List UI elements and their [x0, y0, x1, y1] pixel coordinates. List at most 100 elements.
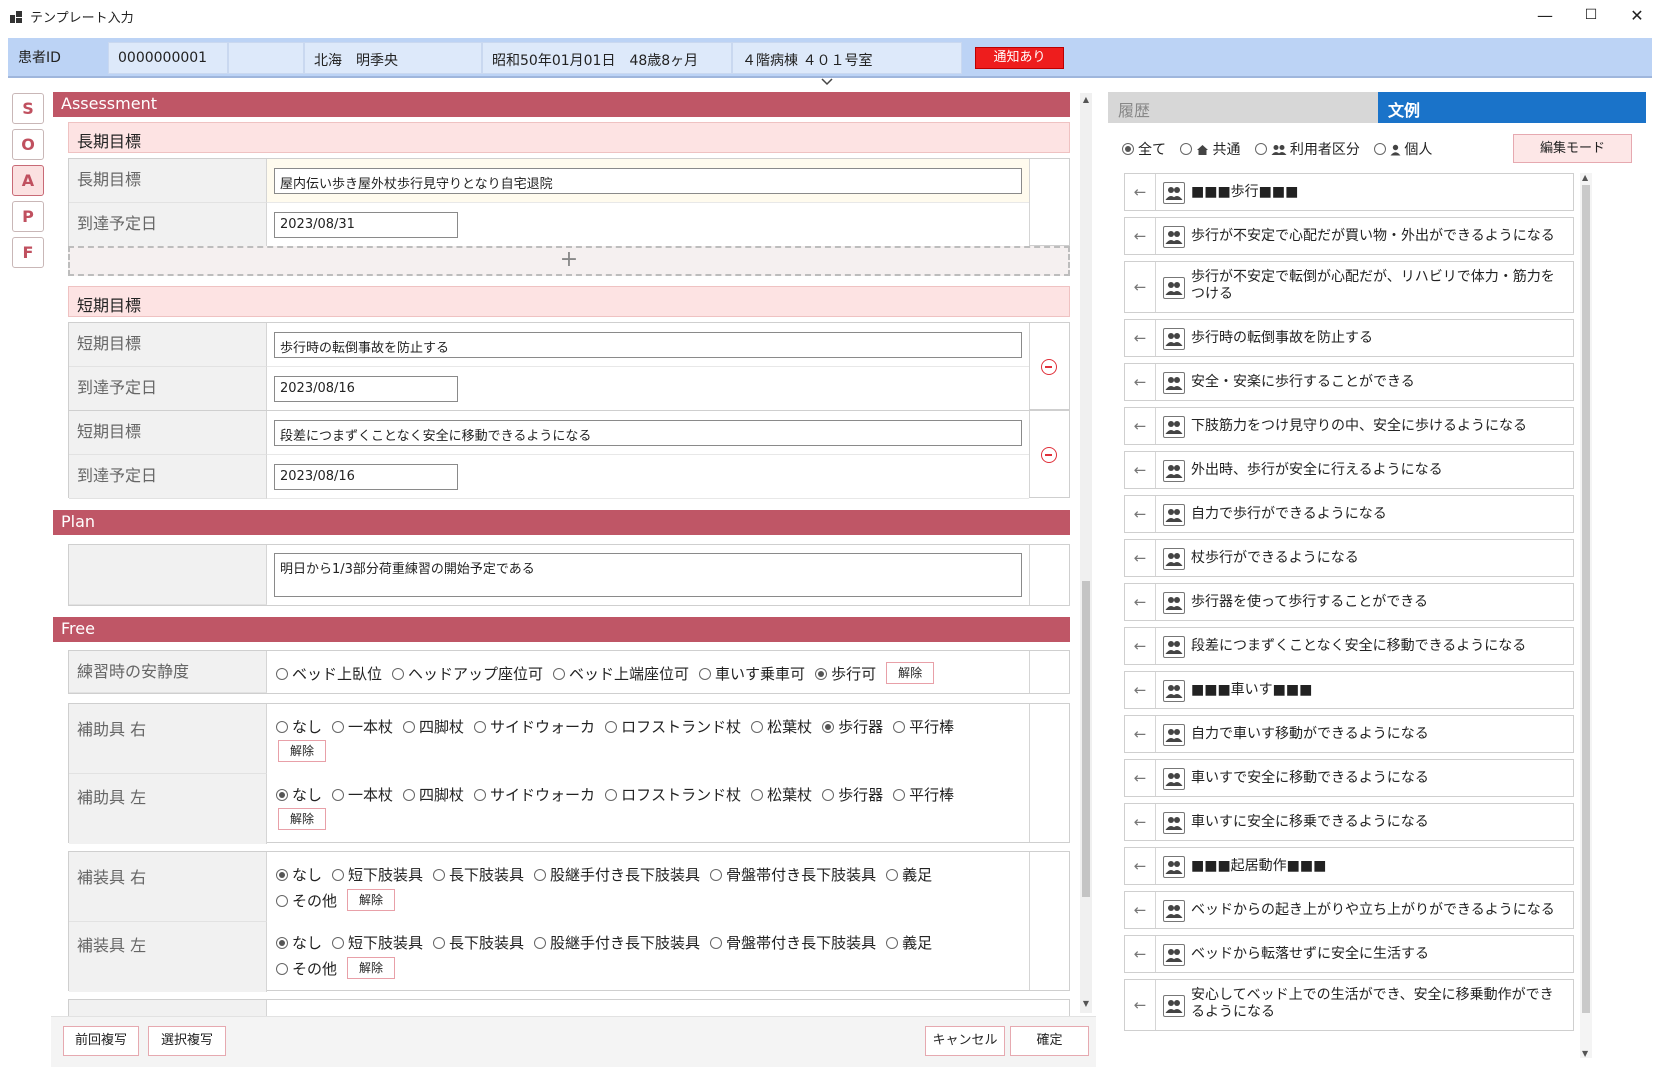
aid-option[interactable]: 四脚杖	[403, 716, 464, 737]
example-item[interactable]: ← 安心してベッド上での生活ができ、安全に移乗動作ができるようになる	[1124, 979, 1574, 1031]
soap-tab-f[interactable]: F	[12, 237, 44, 268]
arrow-left-icon[interactable]: ←	[1125, 628, 1156, 664]
brace-option[interactable]: 義足	[886, 932, 932, 953]
brace-option[interactable]: 短下肢装具	[332, 932, 423, 953]
main-scrollbar[interactable]: ▲ ▼	[1080, 93, 1092, 1013]
arrow-left-icon[interactable]: ←	[1125, 262, 1156, 312]
soap-tab-a[interactable]: A	[12, 165, 44, 196]
brace-option[interactable]: 長下肢装具	[433, 864, 524, 885]
example-item[interactable]: ← 歩行器を使って歩行することができる	[1124, 583, 1574, 621]
aid-option[interactable]: 一本杖	[332, 784, 393, 805]
soap-tab-o[interactable]: O	[12, 129, 44, 160]
example-item[interactable]: ← 安全・安楽に歩行することができる	[1124, 363, 1574, 401]
scroll-up-icon[interactable]: ▲	[1080, 95, 1092, 107]
clear-button[interactable]: 解除	[278, 740, 326, 762]
arrow-left-icon[interactable]: ←	[1125, 980, 1156, 1030]
scroll-up-icon[interactable]: ▲	[1582, 173, 1588, 182]
aid-option[interactable]: 一本杖	[332, 716, 393, 737]
select-copy-button[interactable]: 選択複写	[148, 1026, 226, 1056]
arrow-left-icon[interactable]: ←	[1125, 672, 1156, 708]
cancel-button[interactable]: キャンセル	[925, 1026, 1005, 1056]
arrow-left-icon[interactable]: ←	[1125, 848, 1156, 884]
tab-history[interactable]: 履歴	[1108, 92, 1378, 123]
rest-option[interactable]: ベッド上臥位	[276, 663, 382, 684]
arrow-left-icon[interactable]: ←	[1125, 174, 1156, 210]
soap-tab-p[interactable]: P	[12, 201, 44, 232]
filter-all[interactable]: 全て	[1122, 139, 1166, 159]
short-goal-date-input[interactable]: 2023/08/16	[274, 464, 458, 490]
example-item[interactable]: ← 杖歩行ができるようになる	[1124, 539, 1574, 577]
example-item[interactable]: ← 歩行が不安定で心配だが買い物・外出ができるようになる	[1124, 217, 1574, 255]
aid-option[interactable]: なし	[276, 784, 322, 805]
scroll-down-icon[interactable]: ▼	[1080, 999, 1092, 1011]
short-goal-input[interactable]: 段差につまずくことなく安全に移動できるようになる	[274, 420, 1022, 446]
arrow-left-icon[interactable]: ←	[1125, 496, 1156, 532]
tab-examples[interactable]: 文例	[1378, 92, 1646, 123]
example-item[interactable]: ← ■■■車いす■■■	[1124, 671, 1574, 709]
example-item[interactable]: ← ベッドから転落せずに安全に生活する	[1124, 935, 1574, 973]
example-item[interactable]: ← 車いすに安全に移乗できるようになる	[1124, 803, 1574, 841]
example-item[interactable]: ← ベッドからの起き上がりや立ち上がりができるようになる	[1124, 891, 1574, 929]
close-button[interactable]: ✕	[1614, 0, 1657, 30]
arrow-left-icon[interactable]: ←	[1125, 936, 1156, 972]
example-item[interactable]: ← 下肢筋力をつけ見守りの中、安全に歩けるようになる	[1124, 407, 1574, 445]
short-goal-input[interactable]: 歩行時の転倒事故を防止する	[274, 332, 1022, 358]
brace-option[interactable]: 長下肢装具	[433, 932, 524, 953]
example-item[interactable]: ← ■■■起居動作■■■	[1124, 847, 1574, 885]
long-goal-input[interactable]: 屋内伝い歩き屋外杖歩行見守りとなり自宅退院	[274, 168, 1022, 194]
list-scrollbar[interactable]: ▲ ▼	[1580, 173, 1592, 1058]
add-long-goal-button[interactable]: +	[68, 246, 1070, 276]
rest-option[interactable]: 歩行可	[815, 663, 876, 684]
arrow-left-icon[interactable]: ←	[1125, 540, 1156, 576]
brace-option[interactable]: 短下肢装具	[332, 864, 423, 885]
brace-option[interactable]: 股継手付き長下肢装具	[534, 864, 700, 885]
arrow-left-icon[interactable]: ←	[1125, 584, 1156, 620]
arrow-left-icon[interactable]: ←	[1125, 892, 1156, 928]
arrow-left-icon[interactable]: ←	[1125, 218, 1156, 254]
rest-option[interactable]: 車いす乗車可	[699, 663, 805, 684]
maximize-button[interactable]: ☐	[1568, 0, 1614, 30]
brace-option[interactable]: 股継手付き長下肢装具	[534, 932, 700, 953]
arrow-left-icon[interactable]: ←	[1125, 408, 1156, 444]
aid-option[interactable]: サイドウォーカ	[474, 784, 595, 805]
chevron-down-icon[interactable]	[820, 77, 834, 87]
clear-button[interactable]: 解除	[347, 889, 396, 911]
clear-button[interactable]: 解除	[347, 957, 396, 979]
example-item[interactable]: ← 自力で車いす移動ができるようになる	[1124, 715, 1574, 753]
example-item[interactable]: ← 段差につまずくことなく安全に移動できるようになる	[1124, 627, 1574, 665]
example-item[interactable]: ← 外出時、歩行が安全に行えるようになる	[1124, 451, 1574, 489]
rest-option[interactable]: ヘッドアップ座位可	[392, 663, 543, 684]
arrow-left-icon[interactable]: ←	[1125, 452, 1156, 488]
scroll-thumb[interactable]	[1082, 581, 1090, 897]
aid-option[interactable]: 四脚杖	[403, 784, 464, 805]
clear-button[interactable]: 解除	[886, 662, 935, 684]
brace-option[interactable]: 義足	[886, 864, 932, 885]
filter-personal[interactable]: 個人	[1374, 139, 1432, 159]
prev-copy-button[interactable]: 前回複写	[63, 1026, 139, 1056]
arrow-left-icon[interactable]: ←	[1125, 716, 1156, 752]
scroll-down-icon[interactable]: ▼	[1582, 1049, 1588, 1058]
aid-option[interactable]: 歩行器	[822, 716, 883, 737]
aid-option[interactable]: ロフストランド杖	[605, 716, 741, 737]
scroll-thumb[interactable]	[1582, 185, 1590, 1013]
arrow-left-icon[interactable]: ←	[1125, 804, 1156, 840]
example-item[interactable]: ← ■■■歩行■■■	[1124, 173, 1574, 211]
filter-user-category[interactable]: 利用者区分	[1254, 139, 1360, 159]
filter-common[interactable]: 共通	[1180, 139, 1240, 159]
brace-option[interactable]: なし	[276, 932, 322, 953]
short-goal-date-input[interactable]: 2023/08/16	[274, 376, 458, 402]
brace-option[interactable]: なし	[276, 864, 322, 885]
example-item[interactable]: ← 自力で歩行ができるようになる	[1124, 495, 1574, 533]
notify-badge[interactable]: 通知あり	[975, 47, 1064, 69]
minimize-button[interactable]: —	[1522, 0, 1568, 30]
aid-option[interactable]: サイドウォーカ	[474, 716, 595, 737]
arrow-left-icon[interactable]: ←	[1125, 760, 1156, 796]
soap-tab-s[interactable]: S	[12, 93, 44, 124]
example-item[interactable]: ← 車いすで安全に移動できるようになる	[1124, 759, 1574, 797]
remove-circle-icon[interactable]	[1041, 447, 1057, 463]
aid-option[interactable]: 松葉杖	[751, 716, 812, 737]
rest-option[interactable]: ベッド上端座位可	[553, 663, 689, 684]
brace-option[interactable]: その他	[276, 890, 337, 911]
aid-option[interactable]: なし	[276, 716, 322, 737]
brace-option[interactable]: その他	[276, 958, 337, 979]
